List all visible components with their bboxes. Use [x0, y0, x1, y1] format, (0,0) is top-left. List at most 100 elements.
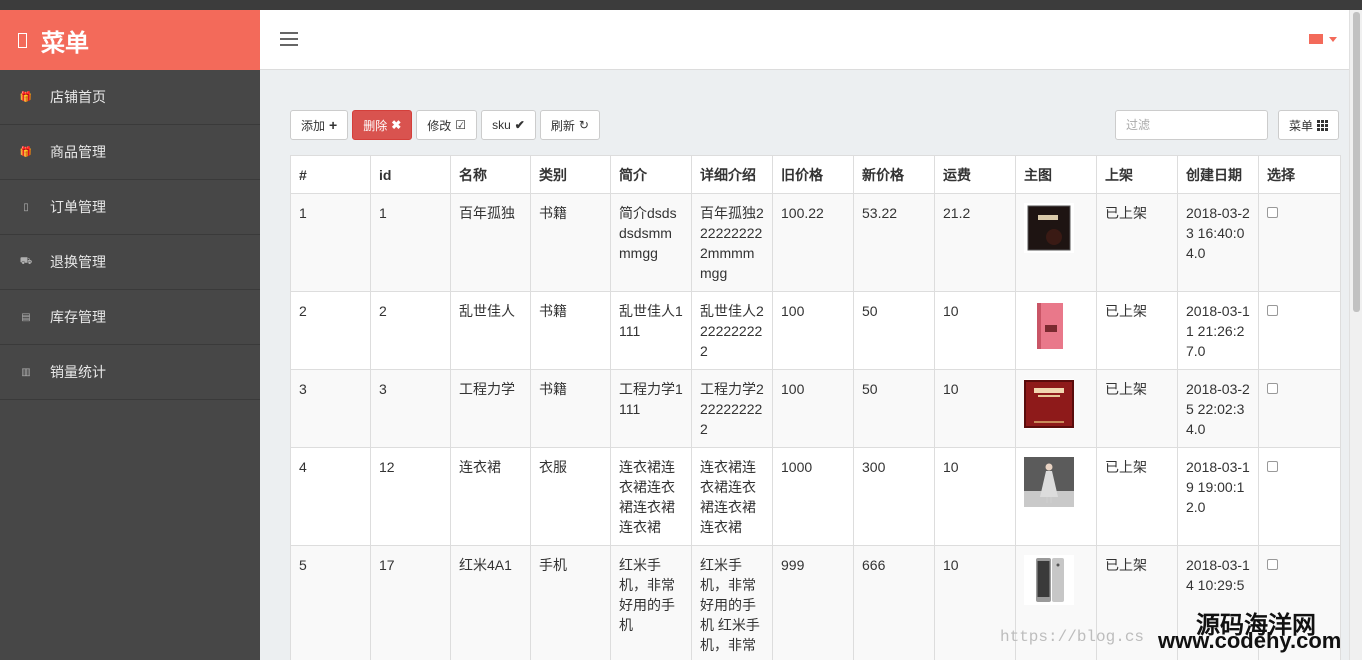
cell-category: 书籍	[530, 193, 611, 292]
sidebar-item-label: 订单管理	[50, 199, 106, 215]
add-button[interactable]: 添加 +	[290, 110, 349, 140]
sidebar-item-4[interactable]: ▤ 库存管理	[0, 290, 260, 345]
row-checkbox[interactable]	[1267, 383, 1278, 394]
cell-select	[1258, 369, 1341, 448]
cell-status: 已上架	[1096, 447, 1178, 546]
product-thumbnail	[1024, 203, 1074, 253]
cell-detail: 工程力学2222222222	[691, 369, 773, 448]
sidebar-item-5[interactable]: ▥ 销量统计	[0, 345, 260, 400]
delete-button[interactable]: 删除 ✖	[352, 110, 413, 140]
cell-created: 2018-03-23 16:40:04.0	[1177, 193, 1259, 292]
brand[interactable]: 菜单	[0, 10, 260, 70]
row-checkbox[interactable]	[1267, 559, 1278, 570]
brand-title: 菜单	[41, 29, 89, 57]
cell-new-price: 50	[853, 369, 935, 448]
truck-icon: ⛟	[19, 255, 33, 267]
cell-status: 已上架	[1096, 369, 1178, 448]
cell-intro: 红米手机，非常好用的手机	[610, 545, 692, 660]
row-checkbox[interactable]	[1267, 305, 1278, 316]
column-header[interactable]: id	[370, 155, 451, 194]
cell-old-price: 999	[772, 545, 854, 660]
column-header[interactable]: #	[290, 155, 371, 194]
sidebar-item-0[interactable]: 🎁 店铺首页	[0, 70, 260, 125]
cell-created: 2018-03-19 19:00:12.0	[1177, 447, 1259, 546]
filter-input[interactable]	[1115, 110, 1268, 140]
top-header	[260, 10, 1349, 70]
cell-shipping: 21.2	[934, 193, 1016, 292]
sidebar-item-label: 销量统计	[50, 364, 106, 380]
cell-name: 工程力学	[450, 369, 531, 448]
cell-old-price: 1000	[772, 447, 854, 546]
column-header[interactable]: 上架	[1096, 155, 1178, 194]
cell-detail: 红米手机，非常好用的手机 红米手机，非常	[691, 545, 773, 660]
cell-num: 1	[290, 193, 371, 292]
column-header[interactable]: 选择	[1258, 155, 1341, 194]
sidebar-item-1[interactable]: 🎁 商品管理	[0, 125, 260, 180]
hamburger-icon[interactable]	[280, 32, 298, 46]
column-header[interactable]: 旧价格	[772, 155, 854, 194]
column-header[interactable]: 类别	[530, 155, 611, 194]
cell-new-price: 300	[853, 447, 935, 546]
table-row[interactable]: 1 1 百年孤独 书籍 简介dsdsdsdsmmmmgg 百年孤独2222222222mm…	[290, 193, 1341, 292]
window-top-strip	[0, 0, 1362, 10]
row-checkbox[interactable]	[1267, 207, 1278, 218]
column-header[interactable]: 运费	[934, 155, 1016, 194]
cell-id: 1	[370, 193, 451, 292]
cell-status: 已上架	[1096, 291, 1178, 370]
column-header[interactable]: 新价格	[853, 155, 935, 194]
refresh-button[interactable]: 刷新 ↻	[539, 110, 600, 140]
cell-main-image	[1015, 447, 1097, 546]
cell-select	[1258, 193, 1341, 292]
product-thumbnail	[1024, 555, 1074, 605]
cell-id: 17	[370, 545, 451, 660]
page-scrollbar[interactable]	[1349, 10, 1362, 660]
cell-id: 12	[370, 447, 451, 546]
product-table: # id 名称 类别 简介 详细介绍 旧价格 新价格 运费 主图 上架 创建日期 选择 1 1 百年孤独 书籍…	[290, 155, 1341, 660]
scrollbar-thumb[interactable]	[1353, 12, 1360, 312]
close-icon: ✖	[391, 118, 402, 132]
column-header[interactable]: 创建日期	[1177, 155, 1259, 194]
table-row[interactable]: 3 3 工程力学 书籍 工程力学1111 工程力学2222222222 100 50 10 已上架…	[290, 369, 1341, 448]
cell-name: 乱世佳人	[450, 291, 531, 370]
cell-created: 2018-03-11 21:26:27.0	[1177, 291, 1259, 370]
table-toolbar: 添加 + 删除 ✖ 修改 ☑ sku ✔ 刷新 ↻	[290, 110, 600, 140]
mail-dropdown[interactable]	[1309, 34, 1337, 44]
column-header[interactable]: 名称	[450, 155, 531, 194]
sidebar-item-3[interactable]: ⛟ 退换管理	[0, 235, 260, 290]
cell-main-image	[1015, 291, 1097, 370]
cell-new-price: 666	[853, 545, 935, 660]
sidebar-item-label: 店铺首页	[50, 89, 106, 105]
sidebar-item-label: 库存管理	[50, 309, 106, 325]
cell-intro: 工程力学1111	[610, 369, 692, 448]
sku-button[interactable]: sku ✔	[481, 110, 536, 140]
cell-status: 已上架	[1096, 193, 1178, 292]
cell-intro: 连衣裙连衣裙连衣裙连衣裙连衣裙	[610, 447, 692, 546]
check-icon: ✔	[514, 118, 525, 132]
product-thumbnail	[1024, 457, 1074, 507]
grid-icon	[1317, 119, 1329, 131]
table-row[interactable]: 2 2 乱世佳人 书籍 乱世佳人1111 乱世佳人2222222222 100 50 10 已上架…	[290, 291, 1341, 370]
sidebar-item-label: 商品管理	[50, 144, 106, 160]
gift-icon: 🎁	[19, 91, 33, 103]
table-row[interactable]: 4 12 连衣裙 衣服 连衣裙连衣裙连衣裙连衣裙连衣裙 连衣裙连衣裙连衣裙连衣裙连衣裙 10…	[290, 447, 1341, 546]
cell-name: 百年孤独	[450, 193, 531, 292]
column-header[interactable]: 详细介绍	[691, 155, 773, 194]
edit-button[interactable]: 修改 ☑	[416, 110, 478, 140]
mobile-icon: ▯	[23, 201, 29, 213]
cell-num: 2	[290, 291, 371, 370]
edit-icon: ☑	[455, 118, 467, 132]
cell-category: 书籍	[530, 291, 611, 370]
cell-main-image	[1015, 193, 1097, 292]
column-header[interactable]: 简介	[610, 155, 692, 194]
product-thumbnail	[1024, 301, 1074, 351]
row-checkbox[interactable]	[1267, 461, 1278, 472]
column-header[interactable]: 主图	[1015, 155, 1097, 194]
watermark-site-url: www.codehy.com	[1158, 628, 1342, 653]
bar-chart-icon: ▥	[21, 366, 31, 378]
cell-category: 手机	[530, 545, 611, 660]
table-header-row: # id 名称 类别 简介 详细介绍 旧价格 新价格 运费 主图 上架 创建日期 选择	[290, 155, 1341, 194]
cell-detail: 乱世佳人2222222222	[691, 291, 773, 370]
sidebar-item-2[interactable]: ▯ 订单管理	[0, 180, 260, 235]
plus-icon: +	[329, 117, 338, 133]
columns-button[interactable]: 菜单	[1278, 110, 1340, 140]
